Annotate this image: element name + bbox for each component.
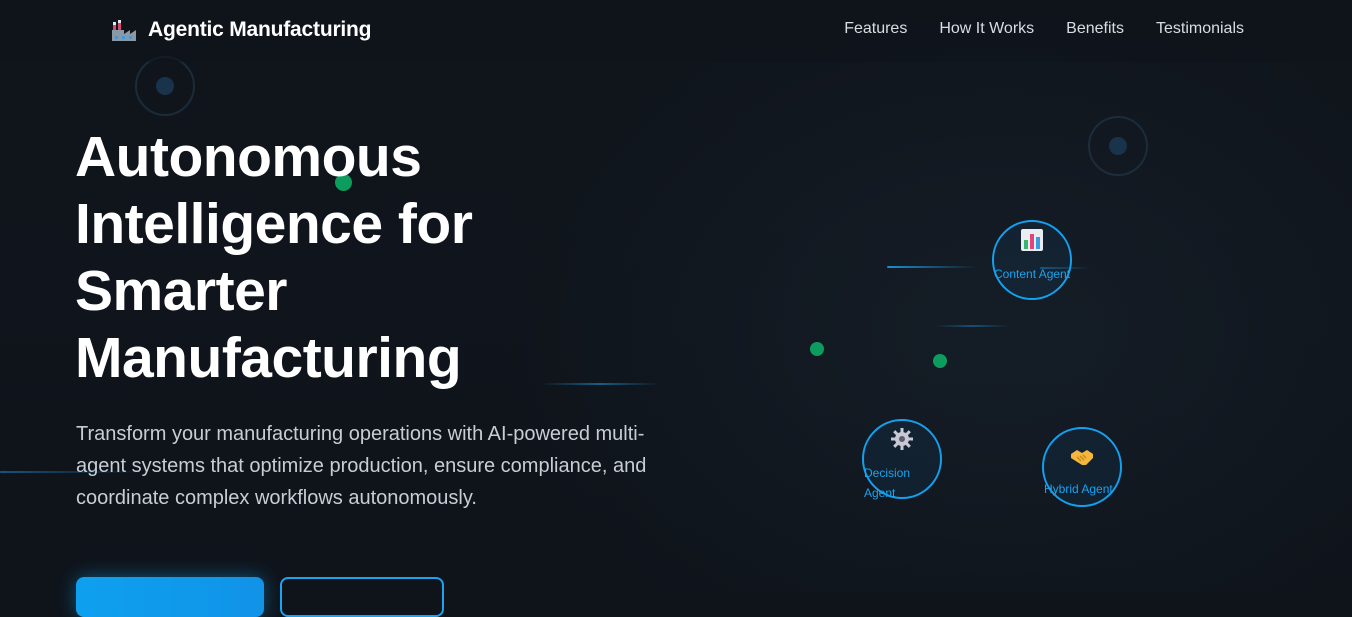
primary-cta-button[interactable] bbox=[76, 577, 264, 617]
decorative-ring bbox=[1088, 116, 1148, 176]
hero-subtitle: Transform your manufacturing operations … bbox=[76, 423, 647, 509]
hero-title-line: Smarter bbox=[75, 259, 287, 323]
hero-title-line: Autonomous bbox=[75, 125, 422, 189]
hybrid-agent-node[interactable]: Hybrid Agent bbox=[1042, 427, 1122, 507]
decision-agent-node[interactable]: Decision Agent bbox=[862, 419, 942, 500]
decorative-dot bbox=[810, 342, 824, 356]
handshake-icon bbox=[1071, 450, 1093, 465]
bar-chart-icon bbox=[1021, 229, 1043, 251]
hero-title: Autonomous Intelligence for Smarter Manu… bbox=[75, 124, 635, 392]
nav-link-testimonials[interactable]: Testimonials bbox=[1156, 20, 1244, 38]
logo[interactable]: Agentic Manufacturing bbox=[110, 16, 372, 44]
decorative-streak bbox=[887, 266, 977, 268]
factory-icon bbox=[112, 20, 136, 41]
agent-label: Hybrid Agent bbox=[1044, 482, 1113, 496]
content-agent-node[interactable]: Content Agent bbox=[992, 220, 1072, 300]
secondary-cta-button[interactable] bbox=[280, 577, 444, 617]
decorative-dot bbox=[933, 354, 947, 368]
gear-icon bbox=[891, 428, 913, 450]
nav-link-benefits[interactable]: Benefits bbox=[1066, 20, 1124, 38]
decorative-ring bbox=[135, 56, 195, 116]
logo-text: Agentic Manufacturing bbox=[148, 18, 372, 41]
agent-label: Content Agent bbox=[994, 267, 1071, 281]
nav-link-features[interactable]: Features bbox=[844, 20, 907, 38]
hero-title-line: Manufacturing bbox=[75, 326, 462, 390]
site-header: Agentic Manufacturing Features How It Wo… bbox=[0, 0, 1352, 62]
decorative-streak bbox=[935, 325, 1010, 327]
agent-label: Decision Agent bbox=[864, 466, 911, 500]
nav-link-how-it-works[interactable]: How It Works bbox=[939, 20, 1034, 38]
main-nav: Features How It Works Benefits Testimoni… bbox=[812, 20, 1244, 38]
hero-title-line: Intelligence for bbox=[75, 192, 473, 256]
